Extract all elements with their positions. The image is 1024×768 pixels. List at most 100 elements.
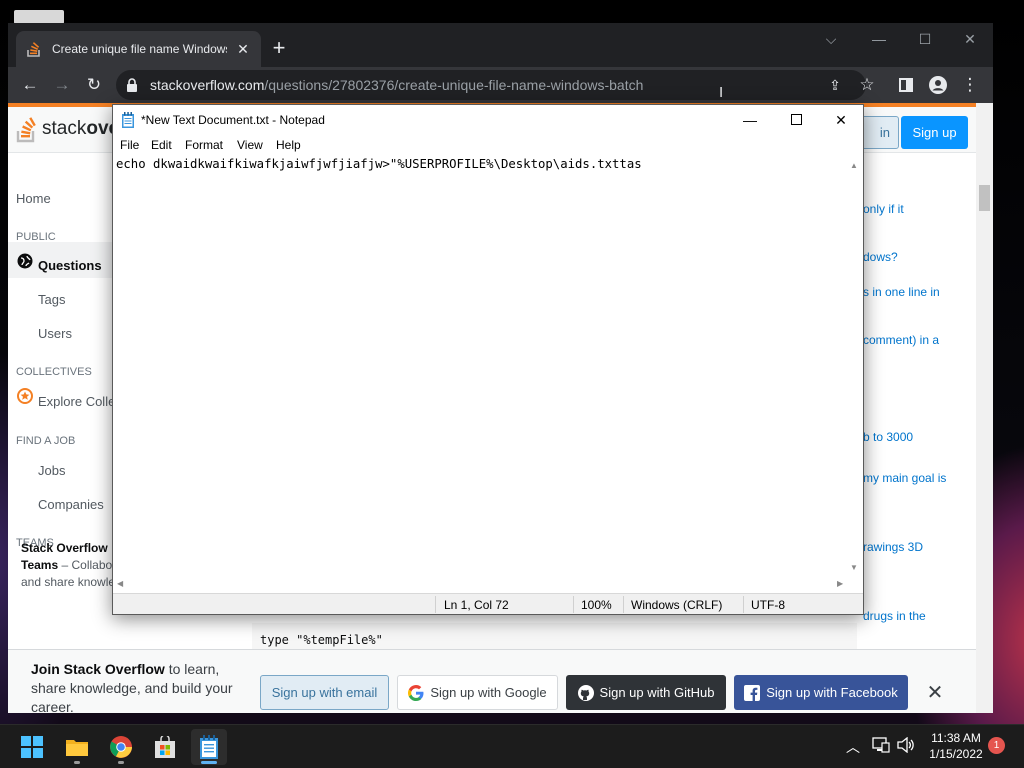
scroll-up-icon[interactable]: ▲: [850, 161, 858, 170]
so-logo-text: stackove: [42, 118, 119, 140]
signup-facebook-label: Sign up with Facebook: [766, 685, 898, 700]
tab-close-icon[interactable]: ✕: [235, 41, 251, 58]
logo-stack: stack: [42, 118, 87, 139]
hot-question-link[interactable]: b to 3000: [863, 430, 913, 444]
scroll-right-icon[interactable]: ▶: [837, 579, 843, 588]
notepad-statusbar: Ln 1, Col 72 100% Windows (CRLF) UTF-8: [113, 593, 863, 614]
nav-companies[interactable]: Companies: [38, 497, 104, 512]
nav-jobs[interactable]: Jobs: [38, 463, 65, 478]
stackoverflow-logo-icon: [16, 117, 36, 143]
nav-explore-collectives[interactable]: Explore Colle: [38, 394, 115, 409]
store-button[interactable]: [147, 729, 183, 765]
teams-promo-title: Stack Overflow: [21, 541, 108, 555]
share-icon[interactable]: ⇪: [823, 73, 847, 97]
nav-home[interactable]: Home: [16, 191, 51, 206]
hot-question-link[interactable]: rawings 3D: [863, 540, 923, 554]
code-line: type "%tempFile%": [260, 633, 383, 647]
status-separator: [435, 596, 436, 613]
store-bag-icon: [155, 736, 175, 758]
notepad-icon: [121, 112, 135, 128]
stackoverflow-favicon-icon: [26, 41, 42, 57]
notepad-text-area[interactable]: echo dkwaidkwaifkiwafkjaiwfjwfjiafjw>"%U…: [116, 157, 846, 577]
scrollbar-thumb[interactable]: [979, 185, 990, 211]
notepad-close-icon[interactable]: ✕: [818, 109, 864, 131]
hot-question-link[interactable]: drugs in the: [863, 609, 926, 623]
google-icon: [408, 684, 424, 701]
hot-question-link[interactable]: my main goal is: [863, 471, 946, 485]
show-hidden-icons-chevron-icon[interactable]: ︿: [846, 737, 860, 757]
menu-view[interactable]: View: [237, 138, 263, 152]
tab-search-icon[interactable]: ⌵: [816, 31, 846, 48]
notepad-minimize-icon[interactable]: —: [727, 109, 773, 131]
close-window-icon[interactable]: ✕: [955, 31, 985, 48]
notepad-horizontal-scrollbar[interactable]: ◀ ▶: [113, 576, 863, 592]
nav-heading-find-job: FIND A JOB: [16, 435, 76, 447]
so-logo[interactable]: stackove: [16, 115, 119, 143]
join-message: Join Stack Overflow to learn, share know…: [31, 660, 246, 713]
text-cursor-icon: I: [719, 84, 724, 101]
notepad-titlebar[interactable]: *New Text Document.txt - Notepad — ✕: [113, 105, 863, 135]
more-menu-icon[interactable]: ⋮: [958, 73, 982, 97]
signup-email-button[interactable]: Sign up with email: [260, 675, 389, 710]
dismiss-banner-icon[interactable]: ✕: [926, 680, 944, 705]
signup-github-label: Sign up with GitHub: [599, 685, 715, 700]
tab-title: Create unique file name Windows batch: [52, 42, 227, 56]
signup-google-button[interactable]: Sign up with Google: [397, 675, 558, 710]
notepad-title: *New Text Document.txt - Notepad: [141, 113, 325, 127]
profile-icon[interactable]: [926, 73, 950, 97]
signup-email-label: Sign up with email: [271, 685, 378, 700]
menu-edit[interactable]: Edit: [151, 138, 172, 152]
url-domain: stackoverflow.com: [150, 77, 265, 93]
network-icon[interactable]: [872, 737, 890, 756]
status-cursor-position: Ln 1, Col 72: [444, 598, 509, 612]
clock[interactable]: 11:38 AM 1/15/2022: [925, 730, 987, 762]
scroll-left-icon[interactable]: ◀: [117, 579, 123, 588]
notepad-taskbar-icon: [200, 735, 218, 759]
volume-icon[interactable]: [897, 736, 915, 756]
windows-logo-icon: [21, 736, 43, 758]
github-icon: [577, 684, 594, 701]
url-text: stackoverflow.com/questions/27802376/cre…: [150, 77, 643, 93]
facebook-icon: [744, 684, 761, 701]
menu-file[interactable]: File: [120, 138, 139, 152]
notification-badge[interactable]: 1: [988, 737, 1005, 754]
menu-format[interactable]: Format: [185, 138, 223, 152]
file-explorer-button[interactable]: [59, 729, 95, 765]
related-question-link[interactable]: comment) in a: [863, 333, 939, 347]
status-zoom: 100%: [581, 598, 612, 612]
related-question-link[interactable]: dows?: [863, 250, 898, 264]
related-question-link[interactable]: s in one line in: [863, 285, 940, 299]
address-bar[interactable]: stackoverflow.com/questions/27802376/cre…: [116, 70, 866, 100]
globe-icon: [17, 253, 33, 274]
browser-tab[interactable]: Create unique file name Windows batch ✕: [16, 31, 261, 67]
nav-tags[interactable]: Tags: [38, 292, 65, 307]
chrome-button[interactable]: [103, 729, 139, 765]
new-tab-button[interactable]: +: [268, 37, 290, 59]
reload-icon[interactable]: ↻: [82, 73, 106, 97]
running-indicator: [74, 761, 80, 764]
lock-icon: [126, 78, 138, 92]
signup-facebook-button[interactable]: Sign up with Facebook: [734, 675, 908, 710]
clock-time: 11:38 AM: [931, 731, 981, 745]
notepad-vertical-scrollbar[interactable]: ▲ ▼: [847, 155, 863, 575]
bookmark-star-icon[interactable]: ☆: [855, 73, 879, 97]
maximize-icon[interactable]: ☐: [910, 31, 940, 48]
menu-help[interactable]: Help: [276, 138, 301, 152]
nav-heading-public: PUBLIC: [16, 231, 56, 243]
nav-questions[interactable]: Questions: [38, 258, 102, 273]
collectives-star-icon: [17, 388, 33, 409]
related-question-link[interactable]: only if it: [863, 202, 904, 216]
start-button[interactable]: [14, 729, 50, 765]
side-panel-icon[interactable]: [894, 73, 918, 97]
back-icon[interactable]: ←: [18, 73, 42, 97]
signup-github-button[interactable]: Sign up with GitHub: [566, 675, 726, 710]
minimize-icon[interactable]: —: [864, 31, 894, 47]
notepad-taskbar-button[interactable]: [191, 729, 227, 765]
forward-icon[interactable]: →: [50, 73, 74, 97]
notepad-maximize-icon[interactable]: [773, 109, 819, 131]
scroll-down-icon[interactable]: ▼: [850, 563, 858, 572]
taskbar: ︿ 11:38 AM 1/15/2022 1: [0, 724, 1024, 768]
nav-users[interactable]: Users: [38, 326, 72, 341]
page-scrollbar[interactable]: [976, 103, 993, 713]
signup-button[interactable]: Sign up: [901, 116, 968, 149]
